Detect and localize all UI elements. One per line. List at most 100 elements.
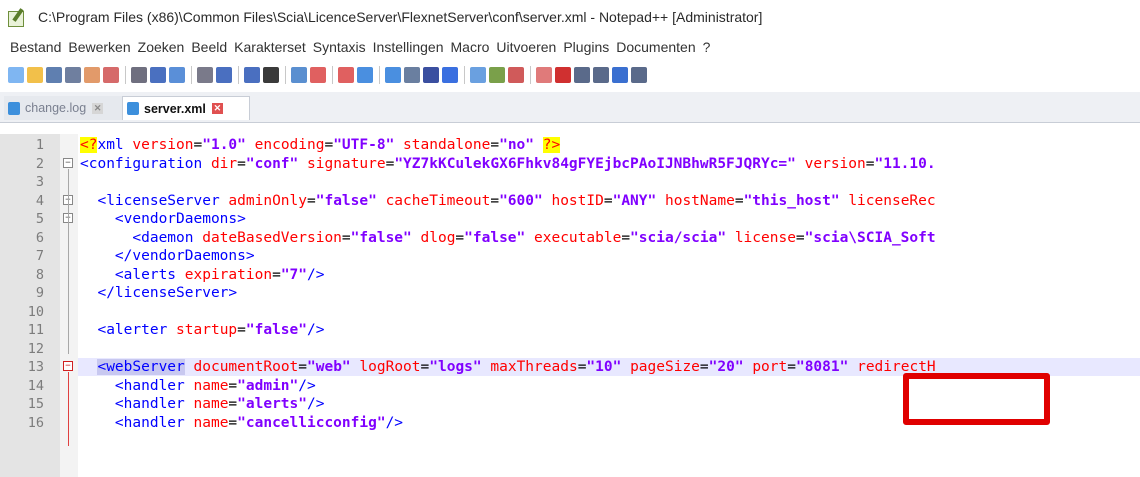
- sync-h-icon[interactable]: [385, 67, 401, 83]
- line-number: 15: [27, 396, 44, 412]
- code-token: hostName: [664, 192, 735, 209]
- code-token: version: [804, 155, 866, 172]
- doc-map-icon[interactable]: [470, 67, 486, 83]
- monitor-icon[interactable]: [536, 67, 552, 83]
- code-token: version: [132, 137, 194, 153]
- fold-toggle-icon[interactable]: −: [63, 361, 73, 371]
- new-icon[interactable]: [8, 67, 24, 83]
- sync-v-icon[interactable]: [357, 67, 373, 83]
- code-token: "web": [307, 359, 351, 375]
- line-number: 10: [27, 303, 44, 320]
- wrap-icon[interactable]: [404, 67, 420, 83]
- copy-icon[interactable]: [169, 67, 185, 83]
- file-icon: [127, 102, 139, 115]
- code-token: pageSize: [630, 359, 700, 375]
- code-line[interactable]: 2− <configuration dir="conf" signature="Y…: [0, 155, 1140, 173]
- code-text: <handler name="alerts"/>: [80, 395, 325, 413]
- open-icon[interactable]: [27, 67, 43, 83]
- code-line[interactable]: 10: [0, 303, 1140, 321]
- code-token: "false": [315, 192, 377, 209]
- code-line[interactable]: 5− <vendorDaemons>: [0, 210, 1140, 228]
- line-number: 11: [27, 322, 44, 338]
- code-line[interactable]: 12: [0, 340, 1140, 358]
- code-token: "scia/scia": [630, 229, 727, 246]
- code-token: =: [228, 414, 238, 431]
- code-line[interactable]: 6 <daemon dateBasedVersion="false" dlog=…: [0, 229, 1140, 247]
- menu-beeld[interactable]: Beeld: [191, 39, 227, 55]
- toolbar-separator: [464, 66, 465, 84]
- save-icon[interactable]: [46, 67, 62, 83]
- code-line[interactable]: 3: [0, 173, 1140, 191]
- function-list-icon[interactable]: [489, 67, 505, 83]
- menu-plugins[interactable]: Plugins: [563, 39, 609, 55]
- code-token: =: [795, 229, 805, 246]
- code-token: <webServer: [97, 359, 185, 375]
- code-token: "false": [350, 229, 412, 246]
- code-token: "conf": [245, 155, 299, 172]
- code-token: signature: [307, 155, 386, 172]
- code-line[interactable]: 4− <licenseServer adminOnly="false" cach…: [0, 192, 1140, 210]
- menu-karakterset[interactable]: Karakterset: [234, 39, 306, 55]
- menu-help[interactable]: ?: [703, 39, 711, 55]
- code-token: =: [787, 359, 796, 375]
- save-macro-icon[interactable]: [631, 67, 647, 83]
- run-multiple-icon[interactable]: [612, 67, 628, 83]
- save-all-icon[interactable]: [65, 67, 81, 83]
- code-line[interactable]: 7 </vendorDaemons>: [0, 247, 1140, 265]
- line-number: 16: [27, 414, 44, 431]
- fold-toggle-icon[interactable]: −: [63, 157, 73, 168]
- code-token: =: [490, 192, 500, 209]
- line-number: 6: [35, 229, 44, 246]
- redo-icon[interactable]: [244, 67, 260, 83]
- cut-icon[interactable]: [150, 67, 166, 83]
- code-line[interactable]: 1 <?xml version="1.0" encoding="UTF-8" st…: [0, 136, 1140, 154]
- stop-macro-icon[interactable]: [574, 67, 590, 83]
- code-line[interactable]: 8 <alerts expiration="7"/>: [0, 266, 1140, 284]
- code-token: adminOnly: [228, 192, 307, 209]
- menu-macro[interactable]: Macro: [451, 39, 490, 55]
- menu-bewerken[interactable]: Bewerken: [68, 39, 130, 55]
- line-number: 1: [35, 137, 44, 153]
- tab-server-xml[interactable]: server.xml ✕: [122, 96, 250, 120]
- code-token: hostID: [551, 192, 604, 209]
- code-line[interactable]: 11 <alerter startup="false"/>: [0, 321, 1140, 339]
- code-token: =: [455, 229, 465, 246]
- menu-instellingen[interactable]: Instellingen: [373, 39, 444, 55]
- close-icon[interactable]: ✕: [92, 102, 104, 114]
- code-token: "10": [586, 359, 622, 375]
- menu-uitvoeren[interactable]: Uitvoeren: [496, 39, 556, 55]
- close-icon[interactable]: [84, 67, 100, 83]
- toolbar-separator: [332, 66, 333, 84]
- code-line[interactable]: 9 </licenseServer>: [0, 284, 1140, 302]
- code-editor[interactable]: 1 <?xml version="1.0" encoding="UTF-8" st…: [0, 134, 1140, 477]
- line-number: 3: [35, 174, 44, 190]
- indent-guide-icon[interactable]: [442, 67, 458, 83]
- code-token: />: [307, 266, 325, 283]
- record-macro-icon[interactable]: [555, 67, 571, 83]
- print-icon[interactable]: [131, 67, 147, 83]
- replace-icon[interactable]: [291, 67, 307, 83]
- menu-zoeken[interactable]: Zoeken: [138, 39, 185, 55]
- zoom-in-icon[interactable]: [310, 67, 326, 83]
- menu-bar: Bestand Bewerken Zoeken Beeld Karakterse…: [0, 34, 1140, 60]
- menu-documenten[interactable]: Documenten: [616, 39, 695, 55]
- menu-syntaxis[interactable]: Syntaxis: [313, 39, 366, 55]
- all-chars-icon[interactable]: [423, 67, 439, 83]
- paste-icon[interactable]: [197, 67, 213, 83]
- close-icon[interactable]: ✕: [211, 103, 223, 114]
- menu-bestand[interactable]: Bestand: [10, 39, 61, 55]
- close-all-icon[interactable]: [103, 67, 119, 83]
- play-macro-icon[interactable]: [593, 67, 609, 83]
- zoom-out-icon[interactable]: [338, 67, 354, 83]
- folder-icon[interactable]: [508, 67, 524, 83]
- tab-change-log[interactable]: change.log ✕: [4, 96, 122, 120]
- find-icon[interactable]: [263, 67, 279, 83]
- undo-icon[interactable]: [216, 67, 232, 83]
